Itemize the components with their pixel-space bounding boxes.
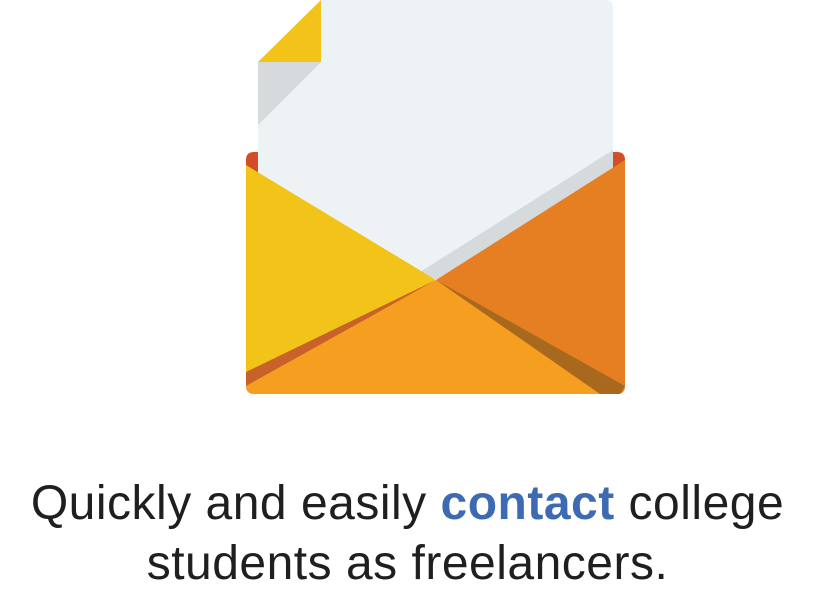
page: Quickly and easily contact college stude… — [0, 0, 815, 609]
open-envelope-with-letter-icon — [246, 0, 625, 394]
tagline-prefix: Quickly and easily — [30, 477, 441, 530]
tagline-suffix: college — [614, 477, 785, 530]
letter-fold — [258, 0, 321, 62]
tagline: Quickly and easily contact college stude… — [0, 474, 815, 594]
tagline-line2: students as freelancers. — [146, 537, 669, 590]
tagline-emphasis: contact — [440, 477, 615, 530]
